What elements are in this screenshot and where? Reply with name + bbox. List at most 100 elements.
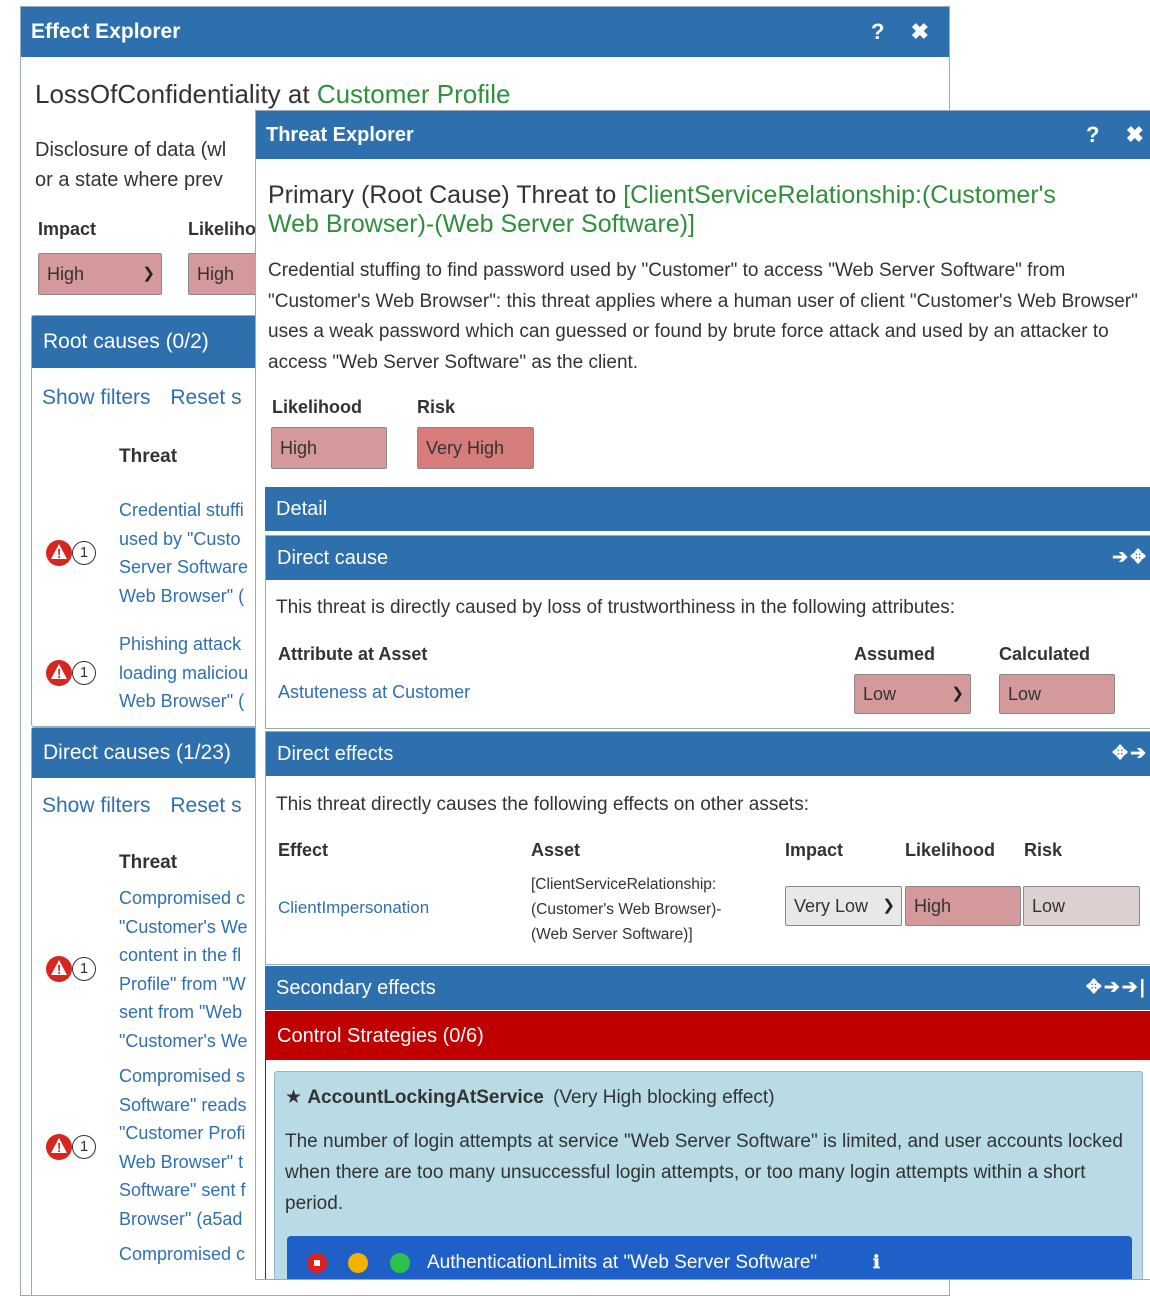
warning-icon: ! — [46, 956, 72, 982]
reset-link[interactable]: Reset s — [170, 794, 241, 817]
effect-description: Disclosure of data (wl or a state where … — [35, 135, 226, 195]
direct-item-1-badges: ! 1 — [46, 956, 96, 982]
attribute-link[interactable]: Astuteness at Customer — [278, 682, 470, 703]
direct-item-1-text[interactable]: Compromised c "Customer's We content in … — [119, 884, 248, 1055]
threat-explorer-tools[interactable]: ? ✖ — [1086, 111, 1150, 159]
threat-line: "Customer Profi — [119, 1123, 246, 1143]
direct-item-3-text[interactable]: Compromised c — [119, 1240, 245, 1269]
amber-status-icon[interactable] — [348, 1253, 368, 1273]
count-badge: 1 — [72, 957, 96, 981]
threat-heading-asset-l1: [ClientServiceRelationship:(Customer's — [623, 181, 1056, 209]
effect-link[interactable]: ClientImpersonation — [278, 898, 429, 918]
effect-heading-asset: Customer Profile — [316, 79, 511, 109]
threat-explorer-titlebar[interactable]: Threat Explorer ? ✖ — [256, 111, 1150, 159]
threat-line: content in the fl — [119, 945, 242, 965]
effect-desc-line2: or a state where prev — [35, 169, 223, 191]
cs-description: The number of login attempts at service … — [285, 1131, 1123, 1214]
effect-impact-value: Very Low — [794, 896, 869, 916]
root-causes-title: Root causes (0/2) — [43, 330, 209, 353]
direct-cause-text: This threat is directly caused by loss o… — [276, 597, 956, 618]
effect-likelihood-box: High — [905, 886, 1021, 926]
threat-line: Web Browser" ( — [119, 585, 245, 606]
warning-icon: ! — [46, 660, 72, 686]
navigate-icons[interactable]: ✥➔ — [1112, 732, 1148, 776]
threat-description: Credential stuffing to find password use… — [268, 260, 1138, 373]
threat-line: sent from "Web — [119, 1002, 243, 1022]
effect-heading-prefix: LossOfConfidentiality at — [35, 79, 317, 109]
threat-risk-box: Very High — [417, 427, 534, 469]
effect-asset-line: (Customer's Web Browser)- — [531, 901, 722, 918]
threat-line: Server Software — [119, 557, 249, 577]
cs-effect: (Very High blocking effect) — [553, 1087, 775, 1108]
effect-risk-value: Low — [1032, 896, 1066, 916]
navigate-icons[interactable]: ➔✥ — [1112, 536, 1148, 580]
effect-impact-select[interactable]: Very Low ❯ — [785, 886, 902, 926]
root-item-2-text[interactable]: Phishing attack loading maliciou Web Bro… — [119, 630, 248, 716]
col-effect: Effect — [278, 840, 329, 860]
col-attribute: Attribute at Asset — [278, 644, 428, 664]
control-strategies-title: Control Strategies (0/6) — [277, 1025, 484, 1047]
secondary-effects-title: Secondary effects — [276, 977, 436, 999]
green-status-icon[interactable] — [390, 1253, 410, 1273]
effect-desc-line1: Disclosure of data (wl — [35, 139, 227, 161]
effect-impact-value: High — [47, 264, 85, 284]
info-icon[interactable]: ℹ — [873, 1252, 880, 1273]
threat-line: Web Browser" t — [119, 1151, 244, 1172]
star-icon: ★ — [285, 1087, 303, 1108]
reset-link[interactable]: Reset s — [170, 386, 241, 409]
col-assumed: Assumed — [854, 644, 936, 664]
effect-explorer-title: Effect Explorer — [31, 20, 181, 43]
direct-cause-title: Direct cause — [277, 547, 389, 569]
count-badge: 1 — [72, 1135, 96, 1159]
direct-cause-section: Direct cause ➔✥ This threat is directly … — [265, 535, 1150, 729]
show-filters-link[interactable]: Show filters — [42, 386, 151, 409]
direct-effects-header[interactable]: Direct effects ✥➔ — [266, 732, 1150, 776]
control-strategies-section: Control Strategies (0/6) ★ AccountLockin… — [265, 1011, 1150, 1279]
threat-explorer-title: Threat Explorer — [266, 124, 414, 146]
secondary-effects-header[interactable]: Secondary effects ✥➔➔| — [265, 966, 1150, 1010]
effect-asset: [ClientServiceRelationship: (Customer's … — [531, 872, 721, 947]
direct-effects-text: This threat directly causes the followin… — [276, 794, 809, 815]
threat-heading-prefix: Primary (Root Cause) Threat to — [268, 181, 624, 209]
direct-cause-header[interactable]: Direct cause ➔✥ — [266, 536, 1150, 580]
root-item-1-badges: ! 1 — [46, 540, 96, 566]
navigate-icons[interactable]: ✥➔➔| — [1086, 966, 1147, 1010]
chevron-down-icon: ❯ — [142, 265, 155, 282]
threat-line: Software" reads — [119, 1094, 247, 1115]
chevron-down-icon: ❯ — [882, 897, 895, 914]
control-item[interactable]: AuthenticationLimits at "Web Server Soft… — [287, 1236, 1132, 1279]
cs-name: AccountLockingAtService — [307, 1087, 544, 1108]
count-badge: 1 — [72, 661, 96, 685]
effect-impact-select[interactable]: High ❯ — [38, 253, 162, 295]
threat-line: "Customer's We — [119, 1030, 248, 1051]
chevron-down-icon: ❯ — [951, 685, 964, 702]
threat-line: Credential stuffi — [119, 500, 244, 520]
effect-likelihood-label: Likeliho — [188, 219, 257, 239]
threat-line: Browser" (a5ad — [119, 1208, 243, 1229]
threat-heading: Primary (Root Cause) Threat to [ClientSe… — [268, 181, 1148, 239]
col-asset: Asset — [531, 840, 581, 860]
detail-header[interactable]: Detail — [265, 487, 1150, 531]
effect-likelihood-value: High — [914, 896, 952, 916]
direct-effects-title: Direct effects — [277, 743, 394, 765]
show-filters-link[interactable]: Show filters — [42, 794, 151, 817]
threat-likelihood-value: High — [280, 438, 318, 458]
calculated-box: Low — [999, 674, 1115, 714]
warning-icon: ! — [46, 540, 72, 566]
control-strategies-header[interactable]: Control Strategies (0/6) — [266, 1012, 1150, 1060]
direct-causes-title: Direct causes (1/23) — [43, 741, 231, 764]
effect-explorer-tools[interactable]: ? ✖ — [871, 7, 939, 57]
threat-line: loading maliciou — [119, 662, 249, 683]
threat-explorer-panel: Threat Explorer ? ✖ Primary (Root Cause)… — [255, 110, 1150, 1280]
direct-threat-col-header: Threat — [119, 852, 178, 873]
effect-asset-line: [ClientServiceRelationship: — [531, 876, 717, 893]
stop-icon — [314, 1260, 320, 1266]
assumed-select[interactable]: Low ❯ — [854, 674, 971, 714]
threat-risk-value: Very High — [426, 438, 505, 458]
direct-item-2-text[interactable]: Compromised s Software" reads "Customer … — [119, 1062, 246, 1233]
root-threat-col-header: Threat — [119, 446, 178, 467]
threat-line: Web Browser" ( — [119, 691, 245, 711]
root-item-1-text[interactable]: Credential stuffi used by "Custo Server … — [119, 496, 248, 610]
effect-explorer-titlebar[interactable]: Effect Explorer ? ✖ — [21, 7, 949, 57]
detail-title: Detail — [276, 498, 328, 520]
